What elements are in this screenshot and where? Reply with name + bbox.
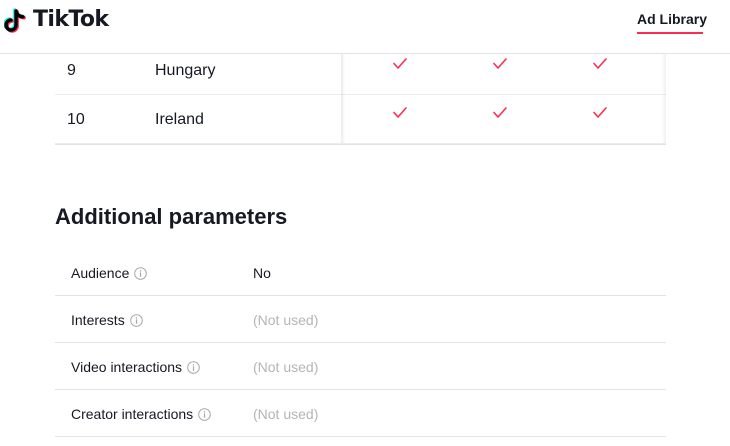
row-number: 10: [67, 111, 85, 128]
country-table: 9 Hungary 10 Ireland: [55, 46, 666, 144]
top-header: TikTok Ad Library: [0, 0, 730, 54]
tiktok-logo[interactable]: TikTok: [4, 6, 109, 34]
parameter-row: Audience No: [55, 249, 666, 296]
parameter-row: Creator interactions (Not used): [55, 390, 666, 437]
parameter-label: Video interactions: [71, 359, 200, 375]
parameter-label: Audience: [71, 265, 148, 281]
check-icon: [493, 107, 507, 118]
active-tab-indicator: [637, 32, 703, 34]
parameter-label: Creator interactions: [71, 406, 211, 422]
parameter-label-text: Audience: [71, 265, 130, 281]
parameter-value: (Not used): [253, 359, 319, 375]
table-divider: [55, 144, 666, 145]
row-number: 9: [67, 62, 76, 79]
check-icon: [393, 107, 407, 118]
check-icon: [593, 107, 607, 118]
info-icon[interactable]: [134, 266, 148, 280]
parameter-label: Interests: [71, 312, 143, 328]
table-row: 10 Ireland: [55, 95, 666, 144]
info-icon[interactable]: [198, 407, 211, 421]
country-name: Hungary: [155, 62, 216, 79]
check-icon: [393, 58, 407, 69]
parameter-value: (Not used): [253, 312, 319, 328]
sticky-column-shadow: [341, 54, 345, 143]
section-title: Additional parameters: [55, 204, 288, 229]
parameters-table: Audience No Interests (Not used) Video i…: [55, 249, 666, 437]
parameter-value: (Not used): [253, 406, 319, 422]
nav-ad-library-link[interactable]: Ad Library: [637, 11, 707, 27]
tiktok-note-icon: [4, 8, 26, 33]
scroll-edge-shadow: [662, 54, 666, 143]
parameter-row: Interests (Not used): [55, 296, 666, 343]
check-icon: [493, 58, 507, 69]
country-name: Ireland: [155, 111, 204, 128]
parameter-label-text: Video interactions: [71, 359, 183, 375]
parameter-label-text: Interests: [71, 312, 125, 328]
parameter-label-text: Creator interactions: [71, 406, 194, 422]
info-icon[interactable]: [129, 313, 143, 327]
check-icon: [593, 58, 607, 69]
parameter-row: Video interactions (Not used): [55, 343, 666, 390]
logo-text: TikTok: [33, 7, 109, 32]
parameter-value: No: [253, 265, 271, 281]
info-icon[interactable]: [187, 360, 200, 374]
